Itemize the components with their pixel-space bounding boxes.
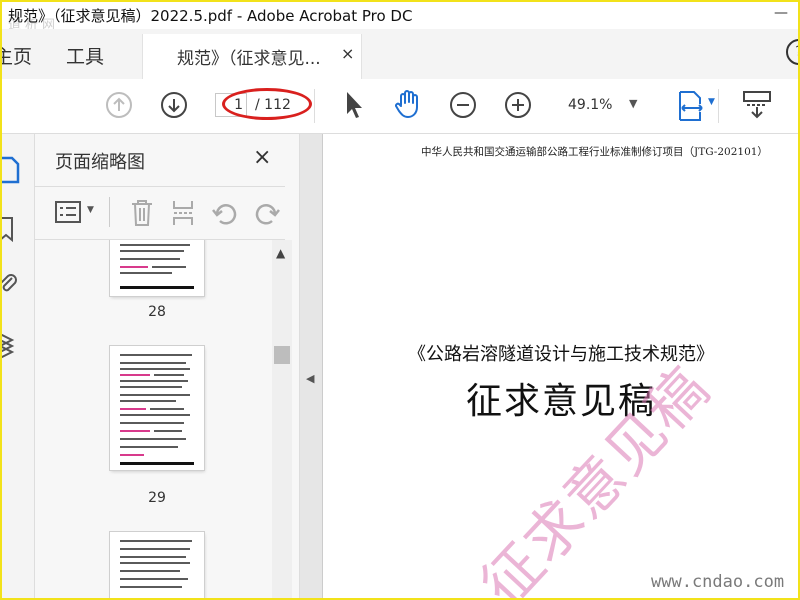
select-arrow-icon[interactable] xyxy=(342,90,366,120)
help-icon[interactable]: ? xyxy=(786,39,798,65)
zoom-level[interactable]: 49.1% xyxy=(568,97,612,113)
page-thumbnails-icon[interactable] xyxy=(0,156,20,184)
close-tab-icon[interactable]: × xyxy=(341,44,354,63)
page-thumbnail[interactable] xyxy=(110,240,204,296)
fit-page-icon[interactable] xyxy=(676,90,706,122)
rotate-right-icon[interactable] xyxy=(253,201,281,227)
layers-icon[interactable] xyxy=(0,330,18,358)
title-bar: 道析网 规范》（征求意见稿）2022.5.pdf - Adobe Acrobat… xyxy=(2,2,798,33)
document-header: 中华人民共和国交通运输部公路工程行业标准制修订项目（JTG-202101） xyxy=(421,146,768,158)
rotate-left-icon[interactable] xyxy=(211,201,239,227)
window-title: 规范》（征求意见稿）2022.5.pdf - Adobe Acrobat Pro… xyxy=(8,7,413,25)
hand-icon[interactable] xyxy=(393,89,423,119)
down-circle-icon[interactable] xyxy=(160,91,188,119)
attachments-icon[interactable] xyxy=(0,272,18,296)
document-view[interactable]: ◀ 中华人民共和国交通运输部公路工程行业标准制修订项目（JTG-202101） … xyxy=(300,134,798,598)
thumbnail-toolbar: ▼ xyxy=(35,187,299,239)
minimize-button[interactable]: — xyxy=(768,4,794,24)
document-tab[interactable]: 规范》（征求意见... × xyxy=(142,34,362,80)
toolbar-divider xyxy=(314,89,315,123)
fit-dropdown-icon[interactable]: ▼ xyxy=(708,97,715,107)
page-number-label: 29 xyxy=(148,490,166,506)
site-watermark: www.cndao.com xyxy=(651,572,785,592)
left-navigation-rail xyxy=(2,134,35,598)
page-number-label: 28 xyxy=(148,304,166,320)
panel-title: 页面缩略图 xyxy=(55,152,145,173)
up-circle-icon[interactable] xyxy=(105,91,133,119)
bookmarks-icon[interactable] xyxy=(0,216,16,242)
thumbnail-scrollbar[interactable]: ▲ xyxy=(272,240,292,598)
zoom-dropdown-icon[interactable]: ▼ xyxy=(629,97,637,110)
options-dropdown-icon[interactable]: ▼ xyxy=(87,205,94,215)
thumbnail-list: 28 29 xyxy=(35,240,299,598)
document-subtitle: 《公路岩溶隧道设计与施工技术规范》 xyxy=(408,344,714,365)
page-count-annotation xyxy=(222,88,312,120)
zoom-in-icon[interactable] xyxy=(504,91,532,119)
delete-icon[interactable] xyxy=(130,199,154,227)
collapse-panel-icon[interactable]: ◀ xyxy=(306,372,314,385)
scroll-mode-icon[interactable] xyxy=(742,90,772,120)
zoom-out-icon[interactable] xyxy=(449,91,477,119)
options-icon[interactable] xyxy=(55,201,81,223)
scroll-up-icon[interactable]: ▲ xyxy=(276,246,285,260)
tab-tools[interactable]: 工具 xyxy=(66,42,104,69)
tool-divider xyxy=(109,197,110,227)
page-thumbnail[interactable] xyxy=(110,346,204,470)
acrobat-window: 道析网 规范》（征求意见稿）2022.5.pdf - Adobe Acrobat… xyxy=(0,0,800,600)
main-toolbar: / 112 49.1% ▼ ▼ xyxy=(2,79,798,134)
document-tab-label: 规范》（征求意见... xyxy=(177,49,321,69)
insert-page-icon[interactable] xyxy=(171,199,195,227)
tab-bar: 主页 工具 规范》（征求意见... × ? xyxy=(2,29,798,80)
document-title: 征求意见稿 xyxy=(465,381,656,422)
pdf-page: 中华人民共和国交通运输部公路工程行业标准制修订项目（JTG-202101） 《公… xyxy=(322,134,798,598)
panel-close-icon[interactable]: × xyxy=(253,145,271,170)
page-thumbnails-panel: 页面缩略图 × ▼ 28 29 ▲ xyxy=(35,134,300,598)
toolbar-divider xyxy=(718,89,719,123)
scroll-thumb[interactable] xyxy=(274,346,290,364)
page-thumbnail[interactable] xyxy=(110,532,204,598)
tab-home[interactable]: 主页 xyxy=(2,42,32,69)
